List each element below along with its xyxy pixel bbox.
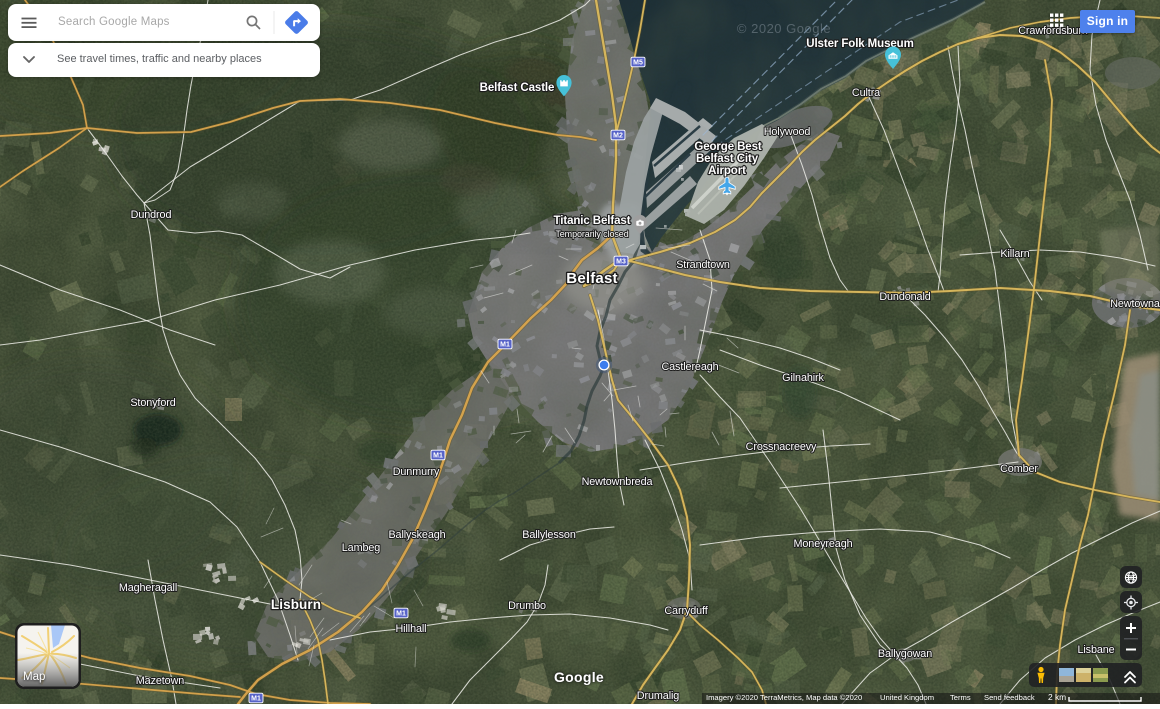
- svg-text:Newtownbreda: Newtownbreda: [582, 476, 653, 488]
- svg-text:Belfast City: Belfast City: [696, 153, 759, 165]
- svg-text:George Best: George Best: [694, 141, 762, 153]
- svg-text:M1: M1: [251, 696, 261, 703]
- svg-text:Send feedback: Send feedback: [984, 693, 1035, 702]
- svg-text:M1: M1: [500, 342, 510, 349]
- svg-text:Map: Map: [23, 671, 45, 683]
- svg-text:Carryduff: Carryduff: [664, 605, 708, 617]
- svg-text:Dundonald: Dundonald: [879, 291, 930, 303]
- svg-text:Gilnahirk: Gilnahirk: [782, 372, 824, 384]
- svg-text:Moneyreagh: Moneyreagh: [793, 538, 852, 550]
- svg-text:Belfast Castle: Belfast Castle: [480, 82, 555, 94]
- svg-text:Cultra: Cultra: [852, 87, 880, 99]
- svg-text:United Kingdom: United Kingdom: [880, 693, 934, 702]
- svg-text:2 km: 2 km: [1048, 692, 1066, 702]
- svg-text:M1: M1: [396, 611, 406, 618]
- svg-text:Titanic Belfast: Titanic Belfast: [554, 215, 631, 227]
- svg-text:Terms: Terms: [950, 693, 971, 702]
- svg-text:Dunmurry: Dunmurry: [393, 466, 440, 478]
- svg-text:Lisburn: Lisburn: [271, 597, 321, 612]
- svg-text:Killarn: Killarn: [1000, 248, 1029, 260]
- svg-text:Drumalig: Drumalig: [637, 690, 679, 702]
- svg-text:Mazetown: Mazetown: [136, 675, 185, 687]
- svg-text:Drumbo: Drumbo: [508, 600, 546, 612]
- svg-text:Lambeg: Lambeg: [342, 542, 381, 554]
- svg-text:Ballyskeagh: Ballyskeagh: [388, 529, 445, 541]
- svg-text:Ballygowan: Ballygowan: [878, 648, 932, 660]
- svg-text:Hillhall: Hillhall: [395, 623, 426, 635]
- svg-text:Belfast: Belfast: [566, 270, 617, 287]
- svg-text:M2: M2: [613, 133, 623, 140]
- svg-text:M3: M3: [616, 259, 626, 266]
- svg-text:© 2020 Google: © 2020 Google: [737, 21, 831, 36]
- svg-text:Castlereagh: Castlereagh: [661, 361, 718, 373]
- svg-text:Crossnacreevy: Crossnacreevy: [746, 441, 817, 453]
- svg-text:Strandtown: Strandtown: [676, 259, 730, 271]
- svg-text:Holywood: Holywood: [764, 126, 811, 138]
- svg-text:Airport: Airport: [708, 165, 746, 177]
- svg-text:Dundrod: Dundrod: [131, 209, 172, 221]
- svg-text:M5: M5: [633, 60, 643, 67]
- svg-text:M1: M1: [433, 453, 443, 460]
- svg-text:Google: Google: [554, 669, 604, 685]
- svg-text:Imagery ©2020 TerraMetrics, Ma: Imagery ©2020 TerraMetrics, Map data ©20…: [706, 693, 862, 702]
- svg-text:Temporarily closed: Temporarily closed: [555, 229, 628, 239]
- svg-text:Stonyford: Stonyford: [130, 397, 175, 409]
- svg-text:Ballylesson: Ballylesson: [522, 529, 576, 541]
- svg-text:Comber: Comber: [1000, 463, 1038, 475]
- svg-text:Newtowna: Newtowna: [1110, 298, 1160, 310]
- svg-text:Magheragall: Magheragall: [119, 582, 177, 594]
